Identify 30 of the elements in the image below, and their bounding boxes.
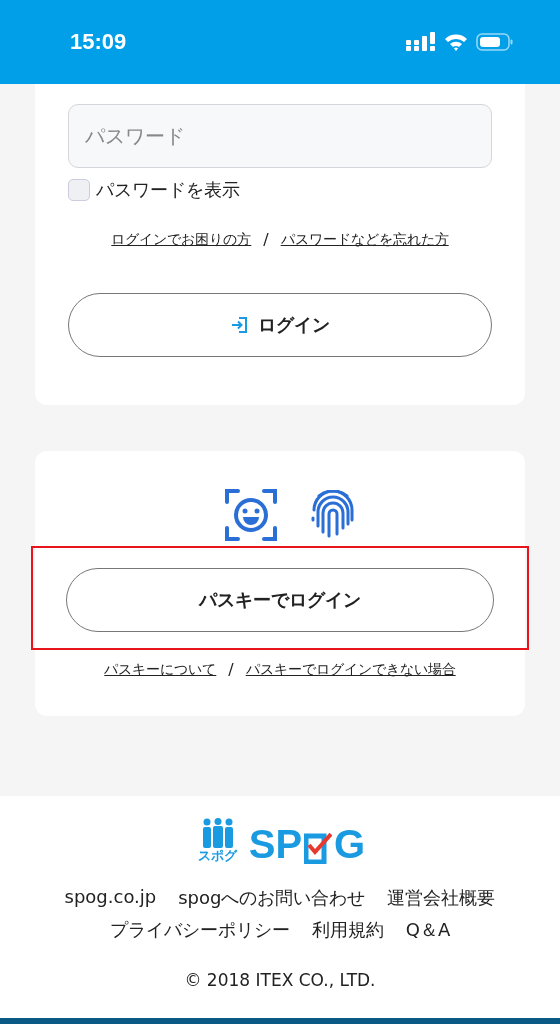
- logo-kana: スポグ: [198, 848, 238, 864]
- forgot-password-link[interactable]: パスワードなどを忘れた方: [280, 230, 449, 249]
- wifi-icon: [444, 33, 468, 51]
- battery-icon: [476, 32, 514, 52]
- checkbox[interactable]: [68, 179, 90, 201]
- fingerprint-icon: [310, 490, 356, 540]
- logo-text: G: [334, 824, 366, 864]
- checkbox-logo-icon: [304, 830, 333, 864]
- footer-link[interactable]: spog.co.jp: [64, 886, 157, 910]
- separator: /: [263, 230, 269, 249]
- signal-icon: [406, 32, 436, 52]
- copyright: © 2018 ITEX CO., LTD.: [184, 970, 376, 990]
- about-passkey-link[interactable]: パスキーについて: [104, 660, 217, 679]
- face-id-icon: [224, 488, 278, 542]
- footer-link[interactable]: プライバシーポリシー: [109, 918, 290, 942]
- help-link[interactable]: ログインでお困りの方: [111, 230, 252, 249]
- status-time: 15:09: [70, 29, 127, 55]
- logo-text: SP: [248, 824, 303, 864]
- login-icon: [230, 315, 250, 335]
- footer-link[interactable]: 運営会社概要: [387, 886, 496, 910]
- passkey-help-link[interactable]: パスキーでログインできない場合: [245, 660, 456, 679]
- people-icon: [200, 818, 235, 849]
- passkey-login-button[interactable]: パスキーでログイン: [66, 568, 494, 632]
- checkbox-label: パスワードを表示: [96, 178, 240, 202]
- login-button[interactable]: ログイン: [68, 293, 492, 357]
- footer-link[interactable]: spogへのお問い合わせ: [178, 886, 366, 910]
- password-field[interactable]: パスワード: [68, 104, 492, 168]
- separator: /: [228, 660, 234, 679]
- footer-link[interactable]: Q＆A: [405, 918, 451, 942]
- footer-link[interactable]: 利用規約: [311, 918, 384, 942]
